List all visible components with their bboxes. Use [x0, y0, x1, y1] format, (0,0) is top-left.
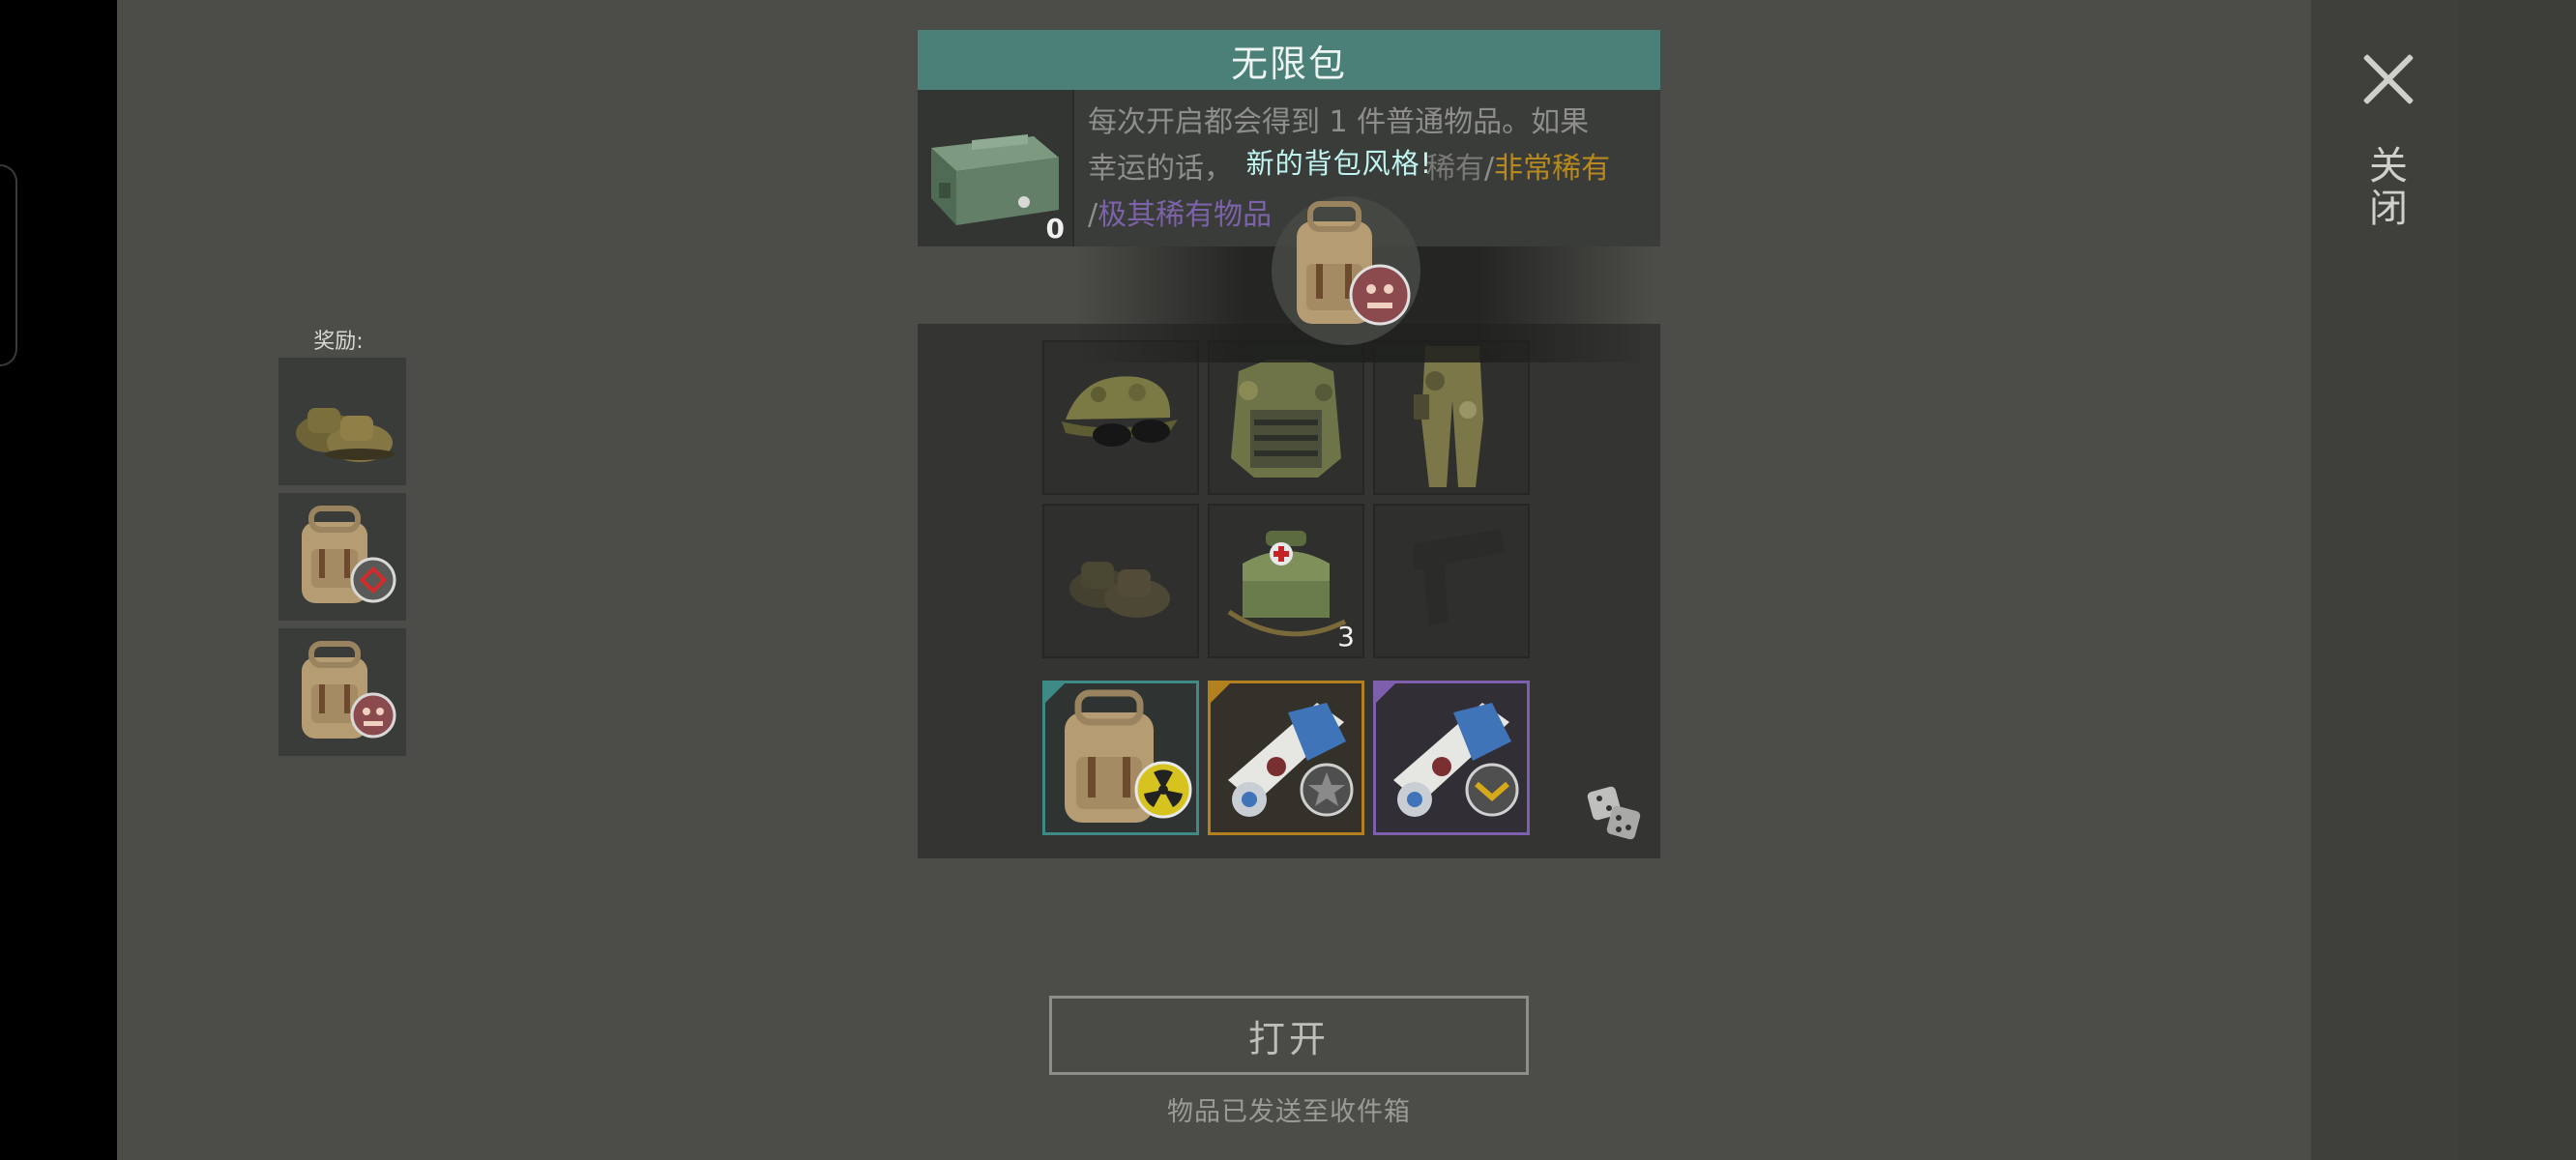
backpack-monster-badge-icon	[1297, 201, 1411, 326]
cap-sunglasses-icon	[1062, 376, 1178, 447]
device-edge-bezel	[0, 164, 17, 366]
scroll-star-icon	[1228, 703, 1354, 817]
loot-cell[interactable]	[1373, 504, 1530, 658]
loot-cell[interactable]	[1208, 681, 1364, 835]
boots-faded-icon	[1069, 562, 1170, 618]
scroll-chevron-icon	[1393, 703, 1519, 817]
backpack-red-badge-icon	[302, 506, 396, 603]
reward-slot[interactable]	[278, 628, 406, 756]
loot-cell[interactable]	[1042, 504, 1199, 658]
sent-to-inbox-note: 物品已发送至收件箱	[1167, 1097, 1411, 1127]
camo-vest-icon	[1231, 360, 1341, 478]
camo-pants-icon	[1414, 346, 1483, 487]
close-label[interactable]: 关闭	[2362, 145, 2413, 230]
description-line: 每次开启都会得到 1 件普通物品。如果	[1088, 105, 1590, 139]
open-button[interactable]: 打开	[1049, 996, 1529, 1075]
rewards-title: 奖励:	[313, 330, 364, 354]
rarity-corner	[1211, 683, 1230, 703]
rarity-corner	[1045, 683, 1065, 703]
loot-cell[interactable]	[1042, 340, 1199, 495]
boots-icon	[296, 408, 395, 462]
description-fragment: 幸运的话，	[1088, 152, 1233, 186]
description-fragment: /	[1088, 198, 1098, 232]
rarity-corner	[1376, 683, 1395, 703]
right-edge-strip	[2458, 0, 2576, 1160]
backpack-radiation-icon	[1065, 689, 1192, 823]
crate-slot: 0	[918, 90, 1074, 246]
popup-item-backdrop	[1272, 196, 1420, 345]
description-fragment: /	[1484, 152, 1495, 186]
epic-label: 极其稀有物品	[1098, 198, 1273, 232]
pistol-faded-icon	[1414, 529, 1505, 625]
very-rare-label: 非常稀有	[1494, 152, 1611, 186]
backpack-monster-badge-icon	[302, 641, 396, 739]
reward-slot[interactable]	[278, 493, 406, 621]
loot-cell[interactable]	[1042, 681, 1199, 835]
dialog-title: 无限包	[918, 30, 1660, 90]
loot-cell[interactable]	[1373, 681, 1530, 835]
loot-cell[interactable]	[1373, 340, 1530, 495]
loot-cell[interactable]	[1208, 340, 1364, 495]
item-count: 3	[1337, 621, 1355, 652]
reward-slot[interactable]	[278, 358, 406, 485]
close-icon[interactable]	[2359, 50, 2417, 108]
popup-message: 新的背包风格!	[1245, 147, 1433, 180]
crate-count: 0	[1045, 213, 1065, 245]
randomize-dice-icon[interactable]	[1586, 785, 1644, 843]
loot-cell[interactable]: 3	[1208, 504, 1364, 658]
